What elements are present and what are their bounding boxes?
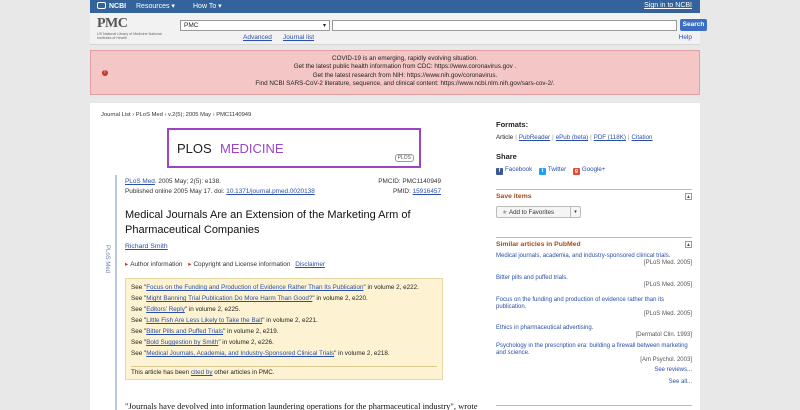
see-also-separator bbox=[131, 366, 437, 367]
section-rule bbox=[496, 237, 692, 238]
pmc-subtitle: US National Library of Medicine National… bbox=[97, 32, 162, 41]
triangle-right-icon: ▸ bbox=[125, 261, 129, 268]
pmid-link[interactable]: 15916457 bbox=[413, 188, 441, 195]
alert-icon: ! bbox=[102, 70, 108, 76]
format-pubreader[interactable]: PubReader bbox=[519, 134, 550, 141]
citation-line: PLoS Med. 2005 May; 2(5): e138. bbox=[125, 178, 221, 185]
see-also-item: See "Might Banning Trial Publication Do … bbox=[131, 295, 368, 302]
see-also-link[interactable]: Little Fish Are Less Likely to Take the … bbox=[146, 317, 262, 324]
see-also-item: See "Editors' Reply" in volume 2, e225. bbox=[131, 306, 241, 313]
collapse-icon[interactable]: ▲ bbox=[685, 241, 692, 248]
share-twitter[interactable]: t Twitter bbox=[538, 166, 566, 175]
article-divider bbox=[115, 175, 117, 410]
banner-line[interactable]: Get the latest public health information… bbox=[111, 63, 699, 71]
journal-logo[interactable]: PLOS MEDICINE PLOS bbox=[167, 128, 421, 168]
pmcid: PMCID: PMC1140949 bbox=[378, 178, 441, 185]
section-rule bbox=[496, 189, 692, 190]
main-content: Journal List › PLoS Med › v.2(5); 2005 M… bbox=[90, 103, 700, 410]
add-to-favorites-button[interactable]: ★ Add to Favorites ▾ bbox=[496, 206, 581, 218]
banner-line: COVID-19 is an emerging, rapidly evolvin… bbox=[332, 55, 478, 62]
copyright-toggle[interactable]: Copyright and License information bbox=[193, 261, 290, 268]
see-also-item: See "Medical Journals, Academia, and Ind… bbox=[131, 350, 390, 357]
ncbi-logo[interactable]: NCBI bbox=[97, 2, 126, 10]
star-icon: ★ bbox=[502, 209, 508, 216]
see-also-link[interactable]: Might Banning Trial Publication Do More … bbox=[146, 295, 312, 302]
published-line: Published online 2005 May 17. doi: 10.13… bbox=[125, 188, 315, 195]
see-also-link[interactable]: Focus on the Funding and Production of E… bbox=[146, 284, 363, 291]
facebook-icon: f bbox=[496, 168, 503, 175]
database-select[interactable]: PMC ▾ bbox=[180, 20, 330, 31]
pmc-header: PMC US National Library of Medicine Nati… bbox=[90, 13, 707, 45]
formats-heading: Formats: bbox=[496, 120, 529, 129]
author-info-toggle[interactable]: Author information bbox=[130, 261, 182, 268]
similar-article[interactable]: Medical journals, academia, and industry… bbox=[496, 253, 692, 267]
journal-list-link[interactable]: Journal list bbox=[283, 34, 314, 41]
signin-link[interactable]: Sign in to NCBI bbox=[644, 2, 692, 9]
howto-menu[interactable]: How To ▾ bbox=[193, 2, 222, 10]
pmid: PMID: 15916457 bbox=[393, 188, 441, 195]
format-epub[interactable]: ePub (beta) bbox=[556, 134, 588, 141]
similar-articles-header[interactable]: Similar articles in PubMed ▲ bbox=[496, 241, 692, 251]
article-body-first-line: "Journals have devolved into information… bbox=[125, 401, 478, 410]
see-also-link[interactable]: Bitter Pills and Puffed Trials bbox=[146, 328, 223, 335]
see-also-box: See "Focus on the Funding and Production… bbox=[125, 278, 443, 380]
see-also-link[interactable]: Medical Journals, Academia, and Industry… bbox=[146, 350, 334, 357]
see-also-link[interactable]: Bold Suggestion by Smith bbox=[146, 339, 218, 346]
ncbi-top-bar: NCBI Resources ▾ How To ▾ Sign in to NCB… bbox=[90, 0, 700, 13]
author-link[interactable]: Richard Smith bbox=[125, 243, 168, 250]
chevron-down-icon: ▾ bbox=[322, 23, 326, 29]
see-also-item: See "Bold Suggestion by Smith" in volume… bbox=[131, 339, 274, 346]
share-google-plus[interactable]: g Google+ bbox=[572, 166, 605, 175]
see-also-item: See "Focus on the Funding and Production… bbox=[131, 284, 419, 291]
similar-article[interactable]: Ethics in pharmaceutical advertising. [De… bbox=[496, 325, 692, 339]
breadcrumb[interactable]: Journal List › PLoS Med › v.2(5); 2005 M… bbox=[101, 112, 251, 118]
chevron-down-icon[interactable]: ▾ bbox=[570, 207, 580, 218]
cited-by-line: This article has been cited by other art… bbox=[131, 369, 275, 376]
ncbi-logo-icon bbox=[97, 2, 106, 9]
help-link[interactable]: Help bbox=[679, 34, 692, 41]
resources-menu[interactable]: Resources ▾ bbox=[136, 2, 175, 10]
share-heading: Share bbox=[496, 152, 517, 161]
cited-by-link[interactable]: cited by bbox=[191, 369, 213, 376]
section-rule bbox=[496, 405, 692, 406]
format-article[interactable]: Article bbox=[496, 134, 513, 141]
see-reviews-link[interactable]: See reviews... bbox=[654, 367, 692, 373]
save-items-header[interactable]: Save items ▲ bbox=[496, 193, 692, 203]
plos-badge-icon: PLOS bbox=[394, 154, 414, 162]
see-all-link[interactable]: See all... bbox=[669, 379, 692, 385]
similar-article[interactable]: Psychology in the prescription era: buil… bbox=[496, 343, 692, 365]
banner-line[interactable]: Find NCBI SARS-CoV-2 literature, sequenc… bbox=[111, 80, 699, 88]
disclaimer-link[interactable]: Disclaimer bbox=[295, 261, 325, 268]
see-also-item: See "Bitter Pills and Puffed Trials" in … bbox=[131, 328, 279, 335]
format-pdf[interactable]: PDF (118K) bbox=[594, 134, 626, 141]
journal-link[interactable]: PLoS Med bbox=[125, 178, 155, 185]
collapse-icon[interactable]: ▲ bbox=[685, 193, 692, 200]
twitter-icon: t bbox=[538, 168, 546, 175]
similar-article[interactable]: Focus on the funding and production of e… bbox=[496, 297, 692, 319]
search-button[interactable]: Search bbox=[680, 19, 707, 31]
journal-side-label: PLoS Med bbox=[104, 245, 110, 274]
covid-banner: ! COVID-19 is an emerging, rapidly evolv… bbox=[90, 50, 700, 95]
format-citation[interactable]: Citation bbox=[632, 134, 653, 141]
triangle-right-icon: ▸ bbox=[188, 261, 192, 268]
article-title: Medical Journals Are an Extension of the… bbox=[125, 209, 411, 236]
doi-link[interactable]: 10.1371/journal.pmed.0020138 bbox=[226, 188, 314, 195]
formats-links: Article | PubReader | ePub (beta) | PDF (118K)… bbox=[496, 134, 653, 141]
search-input[interactable] bbox=[332, 20, 677, 31]
article-info-row: ▸ Author information ▸ Copyright and Licen… bbox=[125, 260, 325, 268]
pmc-logo[interactable]: PMC bbox=[97, 16, 128, 32]
google-plus-icon: g bbox=[572, 168, 580, 175]
see-also-item: See "Little Fish Are Less Likely to Take… bbox=[131, 317, 318, 324]
similar-article[interactable]: Bitter pills and puffed trials. [PLoS Med… bbox=[496, 275, 692, 289]
advanced-search-link[interactable]: Advanced bbox=[243, 34, 272, 41]
see-also-link[interactable]: Editors' Reply bbox=[146, 306, 185, 313]
share-row: f Facebook t Twitter g Google+ bbox=[496, 166, 605, 175]
banner-line[interactable]: Get the latest research from NIH: https:… bbox=[111, 72, 699, 80]
share-facebook[interactable]: f Facebook bbox=[496, 166, 532, 175]
